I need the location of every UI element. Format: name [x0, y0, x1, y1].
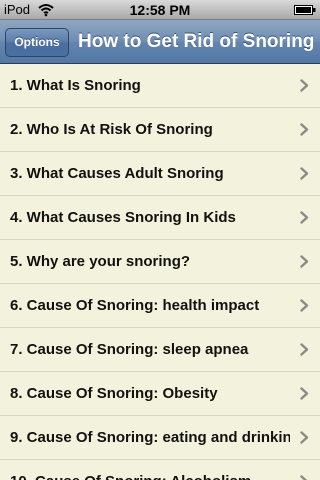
status-bar: iPod 12:58 PM [0, 0, 320, 20]
chevron-right-icon [300, 431, 309, 444]
list-item-label: 5. Why are your snoring? [10, 253, 191, 270]
list-item[interactable]: 4. What Causes Snoring In Kids [0, 196, 320, 240]
chevron-right-icon [300, 255, 309, 268]
list-item[interactable]: 6. Cause Of Snoring: health impact [0, 284, 320, 328]
chevron-right-icon [300, 123, 309, 136]
chapter-list: 1. What Is Snoring 2. Who Is At Risk Of S… [0, 64, 320, 480]
list-item-label: 7. Cause Of Snoring: sleep apnea [10, 341, 249, 358]
chevron-right-icon [300, 211, 309, 224]
list-item[interactable]: 1. What Is Snoring [0, 64, 320, 108]
list-item[interactable]: 9. Cause Of Snoring: eating and drinking [0, 416, 320, 460]
chevron-right-icon [300, 299, 309, 312]
list-item[interactable]: 2. Who Is At Risk Of Snoring [0, 108, 320, 152]
list-item-label: 10. Cause Of Snoring: Alcoholism [10, 460, 290, 480]
chevron-right-icon [300, 167, 309, 180]
chevron-right-icon [300, 343, 309, 356]
list-item-label: 2. Who Is At Risk Of Snoring [10, 121, 213, 138]
list-item[interactable]: 10. Cause Of Snoring: Alcoholism [0, 460, 320, 480]
navigation-bar: Options How to Get Rid of Snoring [0, 20, 320, 64]
battery-icon [294, 5, 316, 15]
list-item-label: 4. What Causes Snoring In Kids [10, 209, 236, 226]
list-item[interactable]: 5. Why are your snoring? [0, 240, 320, 284]
options-button[interactable]: Options [5, 28, 69, 57]
list-item[interactable]: 7. Cause Of Snoring: sleep apnea [0, 328, 320, 372]
chevron-right-icon [300, 387, 309, 400]
list-item-label: 3. What Causes Adult Snoring [10, 165, 224, 182]
chevron-right-icon [300, 79, 309, 92]
status-time: 12:58 PM [129, 2, 191, 18]
list-item-label: 6. Cause Of Snoring: health impact [10, 297, 260, 314]
page-title: How to Get Rid of Snoring [78, 31, 315, 52]
list-item[interactable]: 3. What Causes Adult Snoring [0, 152, 320, 196]
list-item-label: 9. Cause Of Snoring: eating and drinking [10, 429, 290, 446]
list-item[interactable]: 8. Cause Of Snoring: Obesity [0, 372, 320, 416]
list-item-label: 8. Cause Of Snoring: Obesity [10, 385, 218, 402]
chevron-right-icon [300, 475, 308, 480]
list-item-label: 1. What Is Snoring [10, 77, 141, 94]
